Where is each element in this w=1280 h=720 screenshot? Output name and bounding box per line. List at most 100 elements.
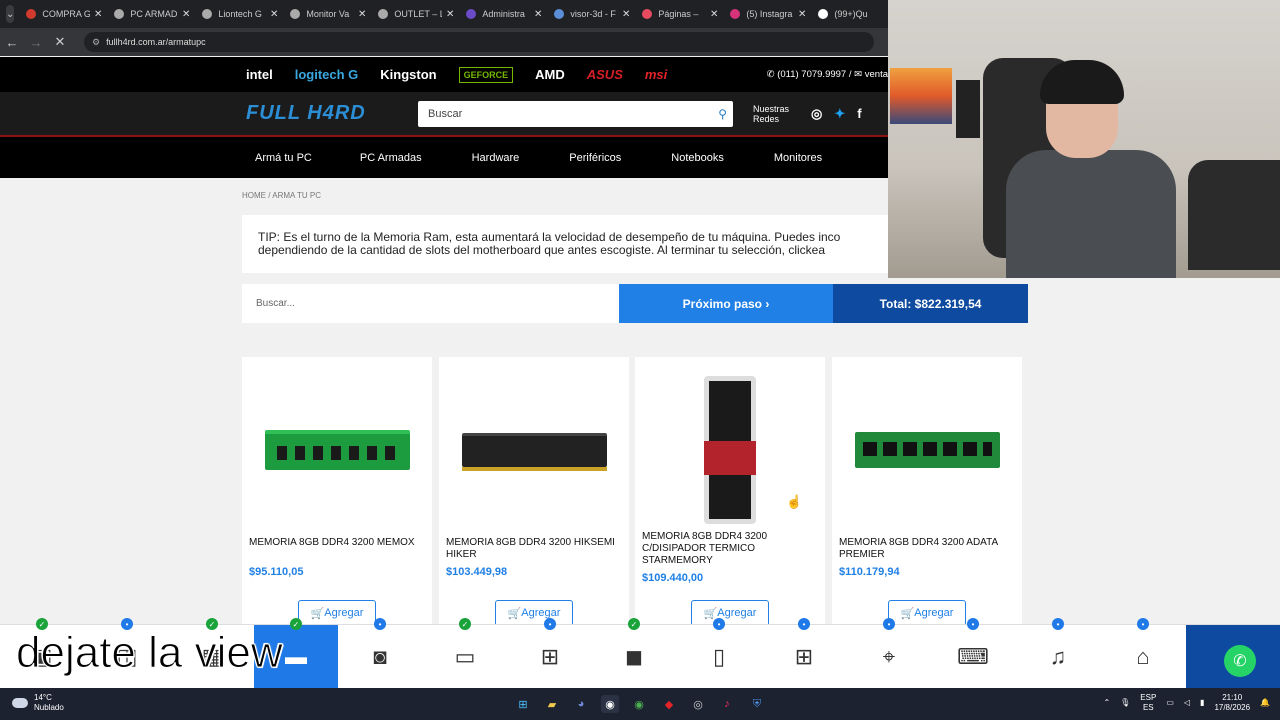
product-image[interactable] (842, 367, 1012, 532)
tiktok-icon[interactable]: ♪ (718, 695, 736, 713)
product-image[interactable] (252, 367, 422, 532)
browser-tab[interactable]: Páginas – ✕ (636, 0, 724, 28)
product-card[interactable]: MEMORIA 8GB DDR4 3200 MEMOX $95.110,05 🛒… (242, 357, 432, 627)
tab-close-icon[interactable]: ✕ (798, 9, 806, 20)
mic-icon[interactable]: 🎙 (1120, 698, 1130, 708)
weather-widget[interactable]: 14°C Nublado (12, 693, 64, 713)
add-to-cart-button[interactable]: 🛒 Agregar (888, 600, 966, 626)
browser-tab[interactable]: Liontech G ✕ (196, 0, 284, 28)
site-logo[interactable]: FULL H4RD (246, 102, 396, 125)
browser-tab[interactable]: Monitor Va ✕ (284, 0, 372, 28)
clock[interactable]: 21:10 17/8/2026 (1214, 693, 1250, 713)
browser-tab[interactable]: PC ARMAD ✕ (108, 0, 196, 28)
stop-loading-button[interactable]: ✕ (48, 34, 72, 50)
menu-notebooks[interactable]: Notebooks (671, 152, 724, 164)
step-headset[interactable]: • ♫ (1016, 618, 1100, 689)
browser-tab[interactable]: COMPRA G ✕ (20, 0, 108, 28)
weather-temp: 14°C (34, 693, 52, 702)
phone-number[interactable]: (011) 7079.9997 (777, 69, 846, 80)
tab-close-icon[interactable]: ✕ (270, 9, 278, 20)
step-hdd[interactable]: • ◙ (338, 618, 422, 689)
email-text[interactable]: venta (865, 69, 888, 80)
menu-pc-armadas[interactable]: PC Armadas (360, 152, 422, 164)
defender-icon[interactable]: ⛨ (748, 695, 766, 713)
chevron-up-icon[interactable]: ⌃ (1103, 698, 1110, 708)
twitter-icon[interactable]: ✦ (834, 106, 845, 122)
start-icon[interactable]: ⊞ (514, 695, 532, 713)
product-card[interactable]: MEMORIA 8GB DDR4 3200 C/DISIPADOR TERMIC… (635, 357, 825, 627)
search-icon[interactable]: ⚲ (718, 107, 727, 121)
menu-hardware[interactable]: Hardware (472, 152, 520, 164)
product-name[interactable]: MEMORIA 8GB DDR4 3200 ADATA PREMIER (839, 537, 1019, 561)
site-search-input[interactable]: Buscar ⚲ (418, 100, 733, 127)
brand-geforce[interactable]: GEFORCE (458, 66, 514, 83)
add-to-cart-button[interactable]: 🛒 Agregar (495, 600, 573, 626)
site-info-icon[interactable]: ⚙ (92, 37, 100, 48)
product-card[interactable]: MEMORIA 8GB DDR4 3200 ADATA PREMIER $110… (832, 357, 1022, 627)
browser-tab[interactable]: OUTLET – L ✕ (372, 0, 460, 28)
app-shield-icon[interactable]: ◆ (660, 695, 678, 713)
brand-intel[interactable]: intel (246, 67, 273, 82)
obs-icon[interactable]: ◎ (689, 695, 707, 713)
back-button[interactable]: ← (0, 35, 24, 50)
step-mouse[interactable]: • ⌖ (847, 618, 931, 689)
whatsapp-icon[interactable]: ◎ (811, 106, 822, 122)
tab-title: Liontech G (218, 9, 262, 19)
facebook-icon[interactable]: f (857, 106, 861, 121)
brand-logitech[interactable]: logitech G (295, 67, 359, 82)
chrome-icon[interactable]: ◉ (601, 695, 619, 713)
add-to-cart-button[interactable]: 🛒 Agregar (691, 600, 769, 626)
address-bar-row: ← → ✕ ⚙ fullh4rd.com.ar/armatupc (0, 28, 888, 56)
tab-close-icon[interactable]: ✕ (94, 9, 102, 20)
menu-monitores[interactable]: Monitores (774, 152, 822, 164)
browser-tab-strip: ⌄ COMPRA G ✕ PC ARMAD ✕ Liontech G ✕ Monitor V… (0, 0, 888, 28)
step-ssd[interactable]: ✓ ▭ (423, 618, 507, 689)
chrome-alt-icon[interactable]: ◉ (630, 695, 648, 713)
menu-arma-tu-pc[interactable]: Armá tu PC (255, 152, 312, 164)
brand-kingston[interactable]: Kingston (380, 67, 436, 82)
tab-close-icon[interactable]: ✕ (622, 9, 630, 20)
forward-button[interactable]: → (24, 35, 48, 50)
product-name[interactable]: MEMORIA 8GB DDR4 3200 MEMOX (249, 537, 429, 549)
battery-icon[interactable]: ▮ (1200, 698, 1204, 708)
next-step-button[interactable]: Próximo paso › (619, 284, 833, 323)
product-name[interactable]: MEMORIA 8GB DDR4 3200 C/DISIPADOR TERMIC… (642, 531, 822, 567)
notifications-icon[interactable]: 🔔 (1260, 698, 1270, 708)
brand-amd[interactable]: AMD (535, 67, 565, 82)
browser-tab[interactable]: visor-3d - F ✕ (548, 0, 636, 28)
url-field[interactable]: ⚙ fullh4rd.com.ar/armatupc (84, 32, 874, 52)
step-os[interactable]: • ⊞ (762, 618, 846, 689)
tab-close-icon[interactable]: ✕ (446, 9, 454, 20)
step-gpu[interactable]: • ⊞ (508, 618, 592, 689)
pending-icon: • (798, 618, 810, 630)
browser-tab[interactable]: (5) Instagra ✕ (724, 0, 812, 28)
step-accessories[interactable]: • ⌂ (1101, 618, 1185, 689)
file-explorer-icon[interactable]: ▰ (543, 695, 561, 713)
tab-close-icon[interactable]: ✕ (710, 9, 718, 20)
tab-search-button[interactable]: ⌄ (6, 5, 15, 23)
product-name[interactable]: MEMORIA 8GB DDR4 3200 HIKSEMI HIKER (446, 537, 626, 561)
brand-asus[interactable]: ASUS (587, 67, 623, 82)
product-image[interactable] (449, 367, 619, 532)
pending-icon: • (1052, 618, 1064, 630)
brand-msi[interactable]: msi (645, 67, 667, 82)
discord-icon[interactable]: ◕ (572, 695, 590, 713)
product-card[interactable]: MEMORIA 8GB DDR4 3200 HIKSEMI HIKER $103… (439, 357, 629, 627)
step-keyboard[interactable]: • ⌨ (931, 618, 1015, 689)
language-indicator[interactable]: ESP ES (1140, 693, 1156, 713)
add-to-cart-button[interactable]: 🛒 Agregar (298, 600, 376, 626)
breadcrumb[interactable]: HOME / ARMA TU PC (242, 191, 321, 200)
tab-title: (99+)Qu (834, 9, 868, 19)
network-icon[interactable]: ▭ (1166, 698, 1174, 708)
check-icon: ✓ (290, 618, 302, 630)
browser-tab[interactable]: Administra ✕ (460, 0, 548, 28)
tab-close-icon[interactable]: ✕ (534, 9, 542, 20)
menu-perifericos[interactable]: Periféricos (569, 152, 621, 164)
step-psu[interactable]: ✓ ◼ (592, 618, 676, 689)
tab-close-icon[interactable]: ✕ (182, 9, 190, 20)
whatsapp-chat-icon[interactable]: ✆ (1224, 645, 1256, 677)
builder-search-input[interactable]: Buscar... (242, 284, 619, 323)
volume-icon[interactable]: ◁ (1184, 698, 1190, 708)
step-case[interactable]: • ▯ (677, 618, 761, 689)
tab-close-icon[interactable]: ✕ (358, 9, 366, 20)
